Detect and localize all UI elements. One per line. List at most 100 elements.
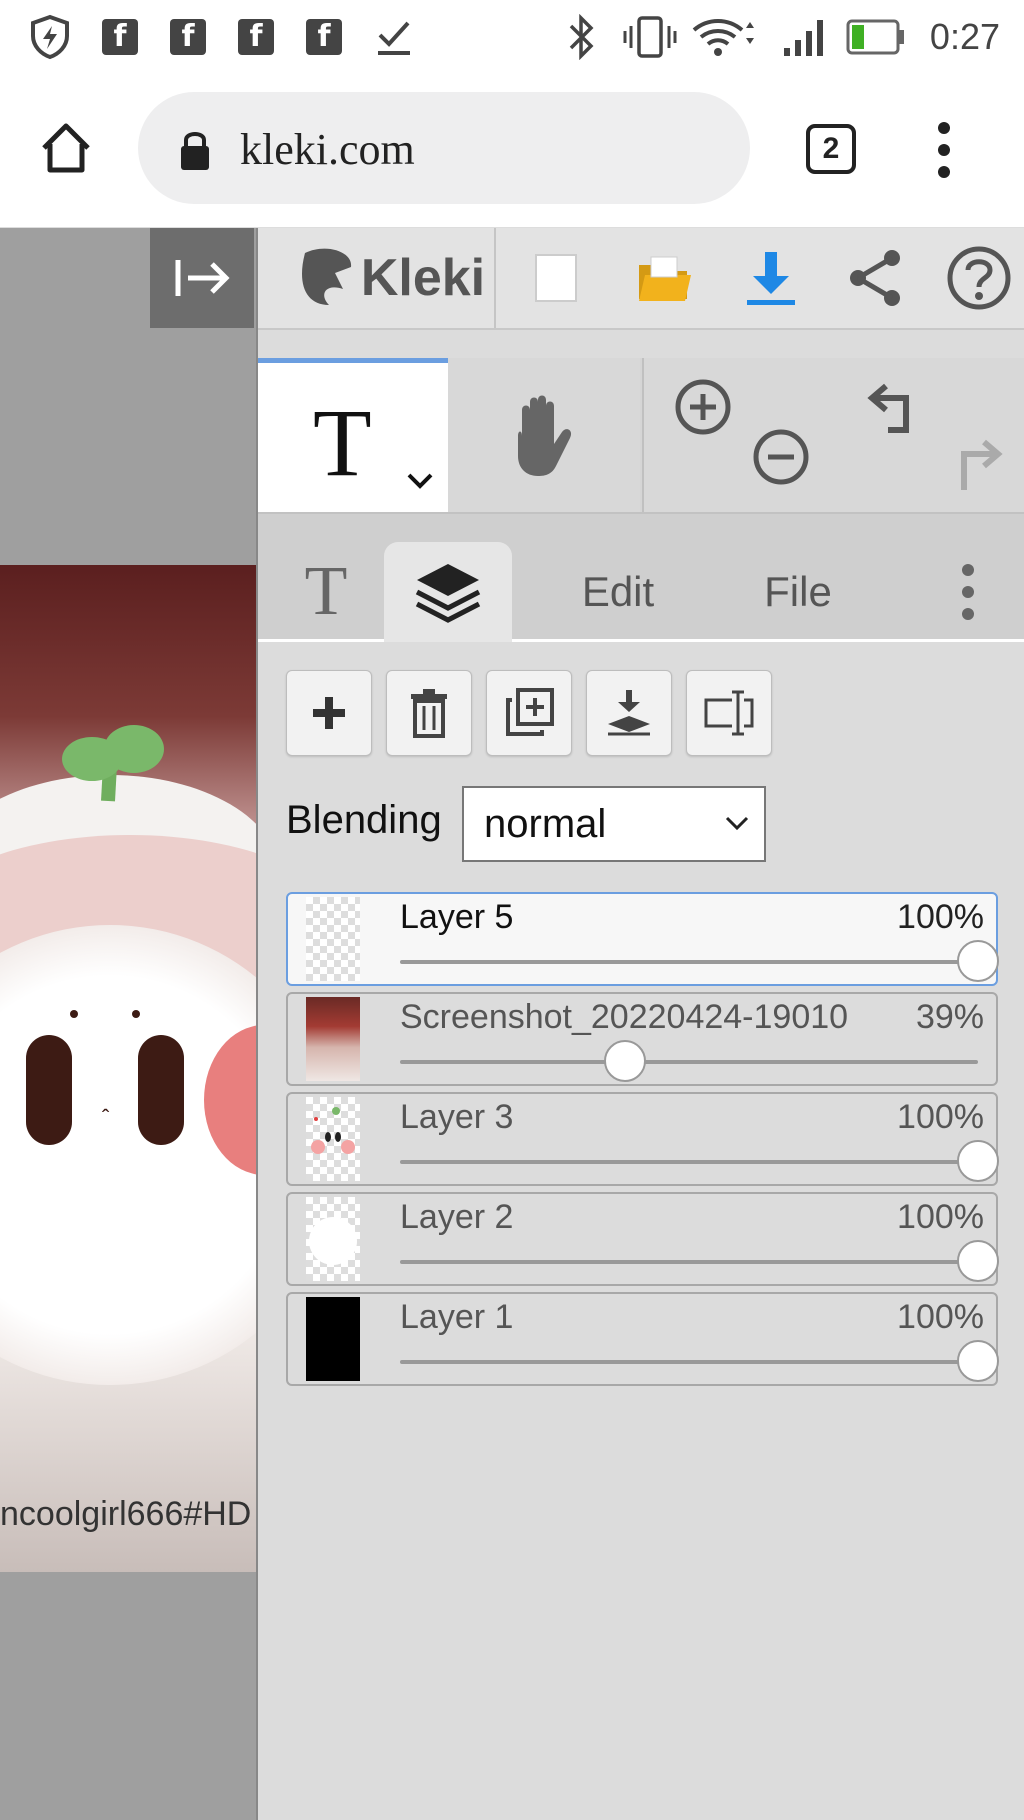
status-bar: f f f f 0:27 (0, 0, 1024, 76)
duplicate-icon (506, 688, 554, 736)
opacity-slider[interactable] (400, 1340, 999, 1382)
url-text: kleki.com (240, 125, 415, 174)
merge-down-icon (608, 690, 650, 736)
tab-file[interactable]: File (728, 542, 868, 642)
slider-knob[interactable] (604, 1040, 647, 1082)
redo-icon[interactable] (944, 438, 1004, 499)
facebook-icon: f (304, 14, 344, 60)
more-vert-icon (962, 564, 974, 620)
download-icon (747, 252, 795, 305)
lock-icon (178, 128, 212, 177)
blending-mode-value: normal (484, 802, 607, 846)
right-eye (138, 1035, 184, 1145)
text-tool-button[interactable]: T (258, 358, 448, 512)
new-image-button[interactable] (516, 228, 596, 328)
slider-knob[interactable] (957, 940, 999, 982)
bluetooth-icon (562, 14, 602, 60)
layer-name: Layer 2 (400, 1198, 514, 1236)
layer-item[interactable]: Screenshot_20220424-19010 39% (286, 992, 998, 1086)
left-eye (26, 1035, 72, 1145)
slider-knob[interactable] (957, 1140, 999, 1182)
tab-edit[interactable]: Edit (548, 542, 688, 642)
battery-icon (846, 14, 906, 60)
rename-layer-button[interactable] (686, 670, 772, 756)
text-tool-icon: T (313, 389, 372, 496)
layer-thumbnail (306, 1297, 360, 1381)
save-download-button[interactable] (728, 228, 814, 328)
home-icon[interactable] (38, 120, 94, 181)
eye-dot (70, 1010, 78, 1018)
opacity-slider[interactable] (400, 1140, 999, 1182)
tab-more[interactable] (938, 542, 998, 642)
undo-icon[interactable] (866, 382, 926, 439)
layer-thumbnail (306, 997, 360, 1081)
share-button[interactable] (832, 228, 918, 328)
chevron-down-icon[interactable] (406, 471, 434, 496)
tool-row: T (258, 358, 1024, 512)
layer-name: Layer 3 (400, 1098, 514, 1136)
address-bar[interactable]: kleki.com (138, 92, 750, 204)
kleki-logo[interactable]: Kleki (280, 228, 500, 328)
hand-tool-button[interactable] (448, 358, 640, 512)
layer-opacity: 100% (897, 1198, 984, 1236)
tab-brush-settings[interactable]: T (276, 542, 376, 642)
slider-knob[interactable] (957, 1240, 999, 1282)
zoom-in-icon[interactable] (674, 378, 732, 441)
layer-name: Layer 1 (400, 1298, 514, 1336)
tab-switcher-button[interactable]: 2 (806, 124, 856, 174)
drawing-canvas[interactable]: ˆ ncoolgirl666#HD (0, 565, 256, 1572)
layer-item[interactable]: Layer 3 100% (286, 1092, 999, 1186)
chevron-down-icon (724, 788, 750, 887)
layer-thumbnail (306, 1197, 360, 1281)
panel-tabs: T Edit File (258, 512, 1024, 642)
layer-item[interactable]: Layer 5 100% (286, 892, 999, 986)
text-tool-icon: T (304, 553, 348, 630)
wifi-icon (690, 14, 760, 60)
opacity-slider[interactable] (400, 1240, 999, 1282)
kleki-logo-icon (301, 248, 351, 305)
layer-opacity: 100% (897, 1098, 984, 1136)
more-menu-icon[interactable] (932, 120, 956, 185)
tab-layers[interactable] (384, 542, 512, 642)
eye-dot (132, 1010, 140, 1018)
vibrate-icon (620, 14, 680, 60)
sprout-decoration (58, 715, 168, 810)
folder-icon (639, 256, 691, 301)
view-controls (642, 358, 1024, 512)
clock: 0:27 (929, 16, 1000, 57)
zoom-out-icon[interactable] (752, 428, 810, 491)
layer-item[interactable]: Layer 2 100% (286, 1192, 999, 1286)
white-circle (0, 925, 256, 1385)
facebook-icon: f (168, 14, 208, 60)
slider-knob[interactable] (957, 1340, 999, 1382)
layer-opacity: 39% (915, 998, 984, 1036)
duplicate-layer-button[interactable] (486, 670, 572, 756)
app-toolbar: Kleki (258, 228, 1024, 330)
layer-item[interactable]: Layer 1 100% (286, 1292, 999, 1386)
layer-opacity: 100% (897, 898, 984, 936)
shield-icon (24, 14, 76, 60)
signal-icon (780, 14, 834, 60)
collapse-panel-button[interactable] (150, 228, 254, 328)
open-file-button[interactable] (620, 228, 710, 328)
help-icon (947, 246, 1011, 310)
opacity-slider[interactable] (400, 940, 999, 982)
blending-mode-select[interactable]: normal (462, 786, 766, 862)
tool-panel: Kleki T T Edit File Blending normal Laye… (256, 228, 1024, 1820)
layer-thumbnail (306, 1097, 360, 1181)
merge-down-button[interactable] (586, 670, 672, 756)
blending-label: Blending (286, 798, 442, 842)
layer-thumbnail (306, 897, 360, 981)
collapse-arrow-icon (175, 260, 230, 296)
add-layer-button[interactable] (286, 670, 372, 756)
help-button[interactable] (934, 228, 1024, 328)
canvas-area[interactable]: ˆ ncoolgirl666#HD (0, 228, 256, 1820)
plus-icon (313, 697, 345, 729)
opacity-slider[interactable] (400, 1040, 978, 1082)
layer-opacity: 100% (897, 1298, 984, 1336)
browser-toolbar: kleki.com 2 (0, 76, 1024, 228)
delete-layer-button[interactable] (386, 670, 472, 756)
toolbar-divider (494, 228, 496, 328)
layer-name: Screenshot_20220424-19010 (400, 998, 849, 1036)
layers-icon (415, 564, 481, 623)
